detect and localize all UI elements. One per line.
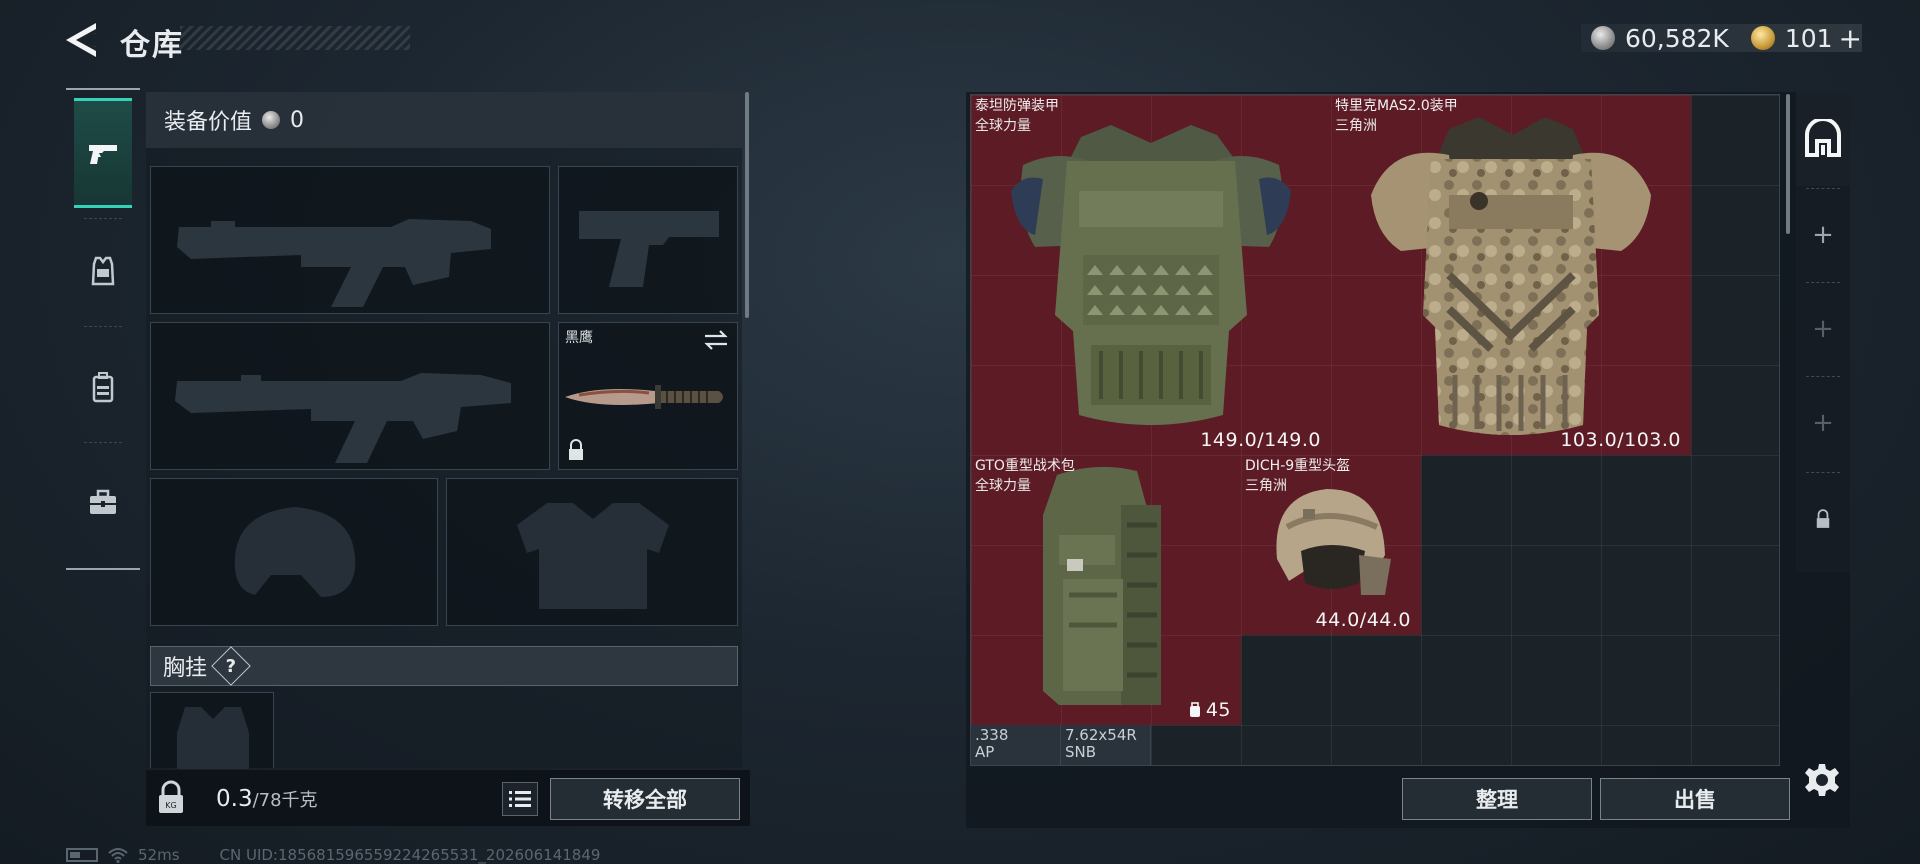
nav-top-line: [66, 88, 140, 90]
item-durability: 103.0/103.0: [1560, 429, 1681, 451]
add-stash-page-button[interactable]: +: [1796, 188, 1850, 282]
add-stash-page-button[interactable]: +: [1796, 376, 1850, 470]
list-view-button[interactable]: [502, 782, 538, 816]
slot-helmet[interactable]: [150, 478, 438, 626]
help-button[interactable]: ?: [211, 646, 251, 686]
item-origin: 全球力量: [975, 118, 1031, 134]
item-origin: 全球力量: [975, 478, 1031, 494]
lock-icon: [1816, 509, 1830, 528]
stash-item-ammo-338[interactable]: .338 AP: [971, 725, 1061, 765]
armor-silhouette-icon: [517, 503, 669, 609]
item-origin: 三角洲: [1245, 478, 1287, 494]
vest-icon: [91, 256, 115, 286]
nav-separator: [84, 442, 122, 443]
chest-rig-silhouette-icon: [177, 707, 249, 769]
nav-separator: [84, 326, 122, 327]
item-name: DICH-9重型头盔: [1245, 458, 1351, 474]
weight-current: 0.3: [216, 786, 253, 812]
sell-button[interactable]: 出售: [1600, 778, 1790, 820]
stash-grid: 泰坦防弹装甲 全球力量 149.0/149.0 特里克MAS2.0装甲 三角洲 …: [970, 94, 1780, 766]
chest-rig-label: 胸挂: [163, 656, 208, 681]
item-name: GTO重型战术包: [975, 458, 1075, 474]
slot-armor[interactable]: [446, 478, 738, 626]
list-icon: [509, 791, 531, 807]
slot-primary-weapon-1[interactable]: [150, 166, 550, 314]
user-uid: CN UID:185681596559224265531_20260614184…: [219, 846, 601, 864]
gear-icon[interactable]: [1804, 762, 1840, 798]
back-arrow-icon: [66, 23, 96, 57]
stash-item-mas2-armor[interactable]: 特里克MAS2.0装甲 三角洲 103.0/103.0: [1331, 95, 1691, 455]
stash-scrollbar[interactable]: [1786, 94, 1790, 234]
add-currency-button[interactable]: +: [1839, 22, 1862, 55]
tab-weapons[interactable]: [74, 98, 132, 208]
stash-item-gto-backpack[interactable]: GTO重型战术包 全球力量 45: [971, 455, 1241, 725]
slot-melee[interactable]: 黑鹰: [558, 322, 738, 470]
back-button[interactable]: [64, 20, 100, 60]
nav-bottom-line: [66, 568, 140, 570]
backpack-icon: [92, 372, 114, 403]
slot-primary-weapon-2[interactable]: [150, 322, 550, 470]
body-armor-icon: [1011, 125, 1291, 425]
silver-coin-amount: 60,582K: [1624, 23, 1729, 53]
svg-text:KG: KG: [165, 801, 176, 810]
left-nav: [66, 88, 140, 570]
slot-sidearm[interactable]: [558, 166, 738, 314]
stash-item-ammo-762x54r[interactable]: 7.62x54R SNB: [1061, 725, 1151, 765]
help-label: ?: [225, 655, 237, 677]
item-name: 泰坦防弹装甲: [975, 98, 1059, 114]
ammo-caliber: .338 AP: [975, 726, 1009, 761]
capacity-icon: [1189, 702, 1200, 717]
status-bar: 52ms CN UID:185681596559224265531_202606…: [66, 846, 600, 864]
body-armor-icon: [1371, 117, 1651, 435]
rifle-silhouette-icon: [175, 373, 511, 463]
stash-item-dich9-helmet[interactable]: DICH-9重型头盔 三角洲 44.0/44.0: [1241, 455, 1421, 635]
chest-rig-header: 胸挂 ?: [150, 646, 738, 686]
item-capacity-value: 45: [1205, 699, 1231, 721]
item-name: 特里克MAS2.0装甲: [1335, 98, 1458, 114]
gold-coin-icon: [1750, 26, 1775, 50]
weight-max: /78千克: [252, 790, 318, 811]
sort-button[interactable]: 整理: [1402, 778, 1592, 820]
item-capacity: 45: [1188, 699, 1231, 721]
stash-page-main[interactable]: [1796, 92, 1850, 186]
weight-readout: 0.3/78千克: [216, 786, 318, 812]
ammo-caliber: 7.62x54R SNB: [1065, 726, 1137, 761]
page-title: 仓库: [120, 28, 184, 63]
slot-chest-rig[interactable]: [150, 692, 274, 769]
ping-readout: 52ms: [138, 846, 180, 864]
gold-coin-amount: 101: [1784, 23, 1833, 53]
stash-item-titan-armor[interactable]: 泰坦防弹装甲 全球力量 149.0/149.0: [971, 95, 1331, 455]
assault-rifle-silhouette-icon: [177, 219, 491, 307]
equipment-value-label: 装备价值: [164, 110, 253, 135]
stash-page-sidebar: + + +: [1796, 92, 1850, 572]
briefcase-icon: [90, 489, 116, 514]
pistol-silhouette-icon: [579, 211, 719, 287]
item-durability: 44.0/44.0: [1315, 609, 1411, 631]
currency-bar: 60,582K 101 +: [1580, 22, 1862, 55]
add-stash-page-button[interactable]: +: [1796, 282, 1850, 376]
weight-lock-icon: KG: [159, 780, 183, 813]
item-origin: 三角洲: [1335, 118, 1377, 134]
equipment-value-bar: 装备价值 0: [146, 92, 742, 148]
tab-backpack[interactable]: [74, 332, 132, 442]
battery-icon: [66, 848, 98, 862]
knife-icon: [565, 385, 723, 409]
transfer-all-button[interactable]: 转移全部: [550, 778, 740, 820]
helmet-silhouette-icon: [234, 507, 356, 597]
locked-stash-page[interactable]: [1796, 472, 1850, 566]
backpack-icon: [1043, 466, 1161, 705]
stash-home-icon: [1805, 119, 1841, 157]
lock-icon: [569, 439, 583, 460]
equipment-scrollbar[interactable]: [745, 92, 749, 318]
tab-kit[interactable]: [74, 448, 132, 558]
equipment-value: 0: [290, 107, 305, 133]
title-decoration: [180, 26, 410, 50]
wifi-icon: [108, 848, 128, 863]
pistol-icon: [89, 145, 117, 164]
tab-gear[interactable]: [74, 216, 132, 326]
silver-coin-icon: [1590, 26, 1615, 50]
silver-coin-icon: [262, 111, 281, 129]
item-durability: 149.0/149.0: [1200, 429, 1321, 451]
